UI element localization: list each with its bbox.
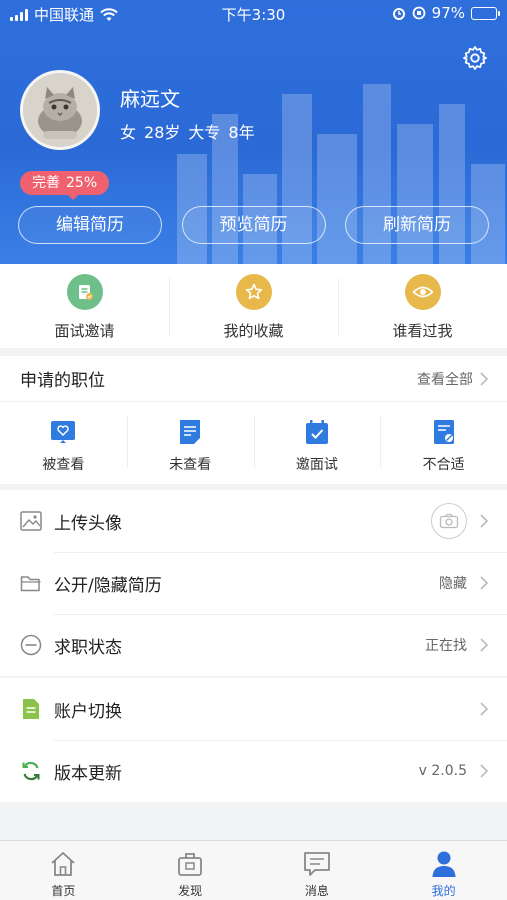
status-bar: 中国联通 下午3:30 97% [0, 0, 507, 28]
preview-resume-button[interactable]: 预览简历 [181, 206, 326, 244]
profile-name: 麻远文 [120, 87, 180, 111]
profile-info: 女 28岁 大专 8年 [120, 119, 255, 143]
calendar-check-icon [305, 420, 328, 444]
tab-home[interactable]: 首页 [0, 841, 127, 900]
menu-value: v 2.0.5 [418, 763, 467, 779]
chevron-right-icon [480, 576, 489, 590]
see-all-label: 查看全部 [417, 371, 473, 388]
camera-icon[interactable] [431, 503, 467, 539]
chevron-right-icon [480, 638, 489, 652]
quick-label: 我的收藏 [223, 322, 284, 340]
quick-actions: 面试邀请 我的收藏 谁看过我 [0, 264, 507, 348]
battery-percent: 97% [431, 4, 465, 22]
completion-value: 25% [66, 175, 98, 191]
menu-label: 版本更新 [54, 763, 122, 784]
battery-icon [471, 6, 500, 20]
message-icon [303, 852, 330, 876]
cat-photo [23, 73, 97, 147]
settings-menu-group-1: 上传头像 公开/隐藏简历 隐藏 求职状态 正在找 [0, 490, 507, 676]
profile-education: 大专 [188, 123, 221, 142]
tab-discover[interactable]: 发现 [127, 841, 254, 900]
menu-public-hidden-resume[interactable]: 公开/隐藏简历 隐藏 [0, 552, 507, 614]
applied-positions-title: 申请的职位 [20, 371, 105, 391]
menu-label: 上传头像 [54, 513, 122, 534]
menu-job-status[interactable]: 求职状态 正在找 [0, 614, 507, 676]
menu-label: 公开/隐藏简历 [54, 575, 162, 596]
settings-menu-group-2: 账户切换 版本更新 v 2.0.5 [0, 678, 507, 802]
avatar[interactable] [20, 70, 100, 150]
profile-gender: 女 [120, 123, 137, 142]
menu-value: 隐藏 [439, 576, 467, 592]
star-icon [235, 274, 272, 310]
applied-label: 被查看 [42, 457, 85, 473]
menu-version-update[interactable]: 版本更新 v 2.0.5 [0, 740, 507, 802]
tab-label: 首页 [51, 884, 76, 898]
menu-upload-avatar[interactable]: 上传头像 [0, 490, 507, 552]
menu-value: 正在找 [425, 638, 467, 654]
applied-label: 未查看 [169, 457, 212, 473]
applied-unviewed[interactable]: 未查看 [126, 402, 254, 484]
quick-label: 面试邀请 [54, 322, 115, 340]
applied-label: 邀面试 [295, 457, 338, 473]
applied-unsuitable[interactable]: 不合适 [380, 402, 507, 484]
home-icon [51, 852, 75, 876]
account-doc-icon [20, 698, 42, 720]
refresh-icon [20, 760, 42, 782]
menu-label: 账户切换 [54, 701, 122, 722]
orientation-lock-icon [412, 6, 426, 20]
applied-positions-section: 申请的职位 查看全部 被查看 未查看 邀面试 不合适 [0, 356, 507, 484]
quick-who-viewed-me[interactable]: 谁看过我 [338, 264, 507, 348]
refresh-resume-button[interactable]: 刷新简历 [345, 206, 489, 244]
tab-mine[interactable]: 我的 [380, 841, 507, 900]
chevron-right-icon [480, 514, 489, 528]
see-all-link[interactable]: 查看全部 [417, 369, 489, 389]
settings-gear-icon[interactable] [461, 44, 489, 72]
applied-viewed[interactable]: 被查看 [0, 402, 127, 484]
chevron-right-icon [480, 702, 489, 716]
quick-my-favorites[interactable]: 我的收藏 [169, 264, 338, 348]
heart-doc-icon [51, 421, 76, 443]
tab-messages[interactable]: 消息 [254, 841, 381, 900]
applied-interview[interactable]: 邀面试 [253, 402, 381, 484]
bottom-tab-bar: 首页 发现 消息 我的 [0, 840, 507, 900]
eye-icon [404, 274, 441, 310]
doc-reject-icon [433, 420, 454, 444]
profile-experience: 8年 [228, 123, 255, 142]
profile-age: 28岁 [144, 123, 181, 142]
quick-interview-invites[interactable]: 面试邀请 [0, 264, 169, 348]
tab-label: 我的 [431, 884, 456, 898]
briefcase-icon [178, 853, 203, 876]
quick-label: 谁看过我 [392, 322, 453, 340]
tab-label: 发现 [178, 884, 203, 898]
folder-icon [20, 572, 42, 594]
image-icon [20, 510, 42, 532]
person-icon [432, 851, 456, 877]
menu-label: 求职状态 [54, 637, 122, 658]
alarm-icon [392, 8, 405, 20]
applied-label: 不合适 [422, 457, 465, 473]
minus-circle-icon [20, 634, 42, 656]
doc-lines-icon [180, 420, 201, 444]
chevron-right-icon [480, 764, 489, 778]
profile-header: 中国联通 下午3:30 97% 麻远文 女 28岁 大专 8年 完善 25% 编… [0, 0, 507, 264]
tab-label: 消息 [304, 884, 329, 898]
interview-invite-icon [66, 274, 103, 310]
resume-completion-badge: 完善 25% [20, 171, 110, 200]
menu-account-switch[interactable]: 账户切换 [0, 678, 507, 740]
completion-label: 完善 [32, 175, 60, 191]
edit-resume-button[interactable]: 编辑简历 [18, 206, 162, 244]
chevron-right-icon [480, 371, 489, 386]
